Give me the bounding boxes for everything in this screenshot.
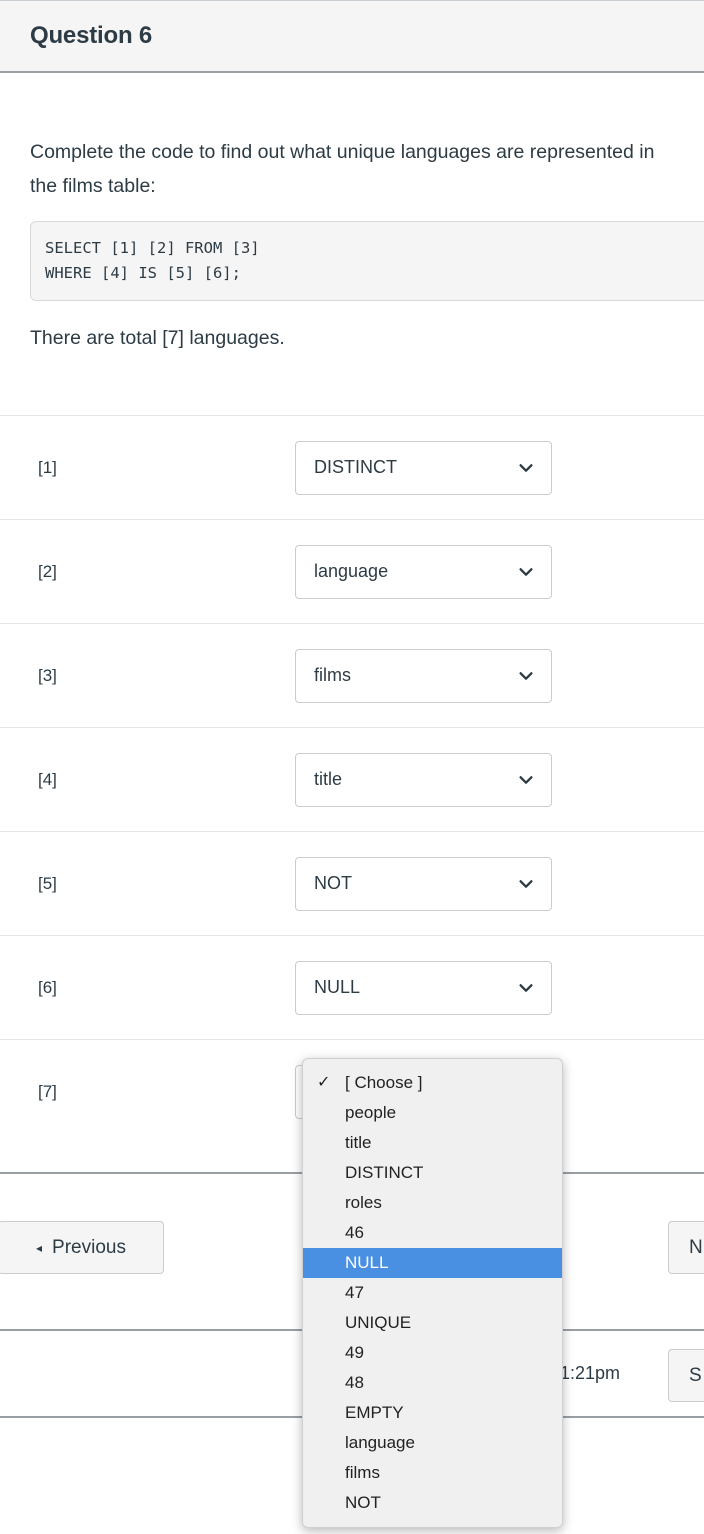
dropdown-option-label: DISTINCT xyxy=(345,1163,424,1182)
submit-button[interactable]: S xyxy=(668,1349,704,1402)
question-body: Complete the code to find out what uniqu… xyxy=(0,73,704,353)
dropdown-option-label: NOT xyxy=(345,1493,381,1512)
question-prompt: Complete the code to find out what uniqu… xyxy=(30,141,655,197)
answer-select-value: DISTINCT xyxy=(314,457,397,477)
previous-button-label: Previous xyxy=(52,1236,126,1258)
dropdown-option[interactable]: roles xyxy=(303,1188,562,1218)
dropdown-option-label: films xyxy=(345,1463,380,1482)
dropdown-option[interactable]: UNIQUE xyxy=(303,1308,562,1338)
chevron-down-icon xyxy=(519,463,533,472)
dropdown-option[interactable]: ✓ [ Choose ] xyxy=(303,1068,562,1098)
answer-label: [5] xyxy=(38,873,57,893)
submit-button-label: S xyxy=(689,1364,702,1386)
answer-label: [6] xyxy=(38,977,57,997)
answer-rows: [1] DISTINCT [2] language [3] films [4] … xyxy=(0,415,704,1143)
check-icon: ✓ xyxy=(317,1074,331,1091)
dropdown-option-label: roles xyxy=(345,1193,382,1212)
question-header: Question 6 xyxy=(0,0,704,73)
dropdown-option-label: UNIQUE xyxy=(345,1313,412,1332)
answer-row: [4] title xyxy=(0,727,704,831)
previous-button[interactable]: ◂ Previous xyxy=(0,1221,164,1274)
dropdown-option[interactable]: 49 xyxy=(303,1338,562,1368)
dropdown-option-label: 47 xyxy=(345,1283,364,1302)
dropdown-option[interactable]: language xyxy=(303,1428,562,1458)
dropdown-option[interactable]: NULL xyxy=(303,1248,562,1278)
answer-select-wrap: DISTINCT xyxy=(295,440,552,495)
answer-select-wrap: NOT xyxy=(295,856,552,911)
dropdown-option[interactable]: NOT xyxy=(303,1488,562,1518)
dropdown-option[interactable]: EMPTY xyxy=(303,1398,562,1428)
answer-select-value: NOT xyxy=(314,873,352,893)
left-arrow-icon: ◂ xyxy=(36,1240,43,1255)
answer-label: [7] xyxy=(38,1081,57,1101)
dropdown-option-label: 49 xyxy=(345,1343,364,1362)
quiz-question-page: Question 6 Complete the code to find out… xyxy=(0,0,704,1534)
chevron-down-icon xyxy=(519,671,533,680)
chevron-down-icon xyxy=(519,567,533,576)
dropdown-option-label: language xyxy=(345,1433,415,1452)
answer-select-3[interactable]: films xyxy=(295,648,552,703)
question-after-text: There are total [7] languages. xyxy=(30,327,285,349)
answer-row: [6] NULL xyxy=(0,935,704,1039)
answer-select-value: NULL xyxy=(314,977,361,997)
dropdown-option-label: EMPTY xyxy=(345,1403,404,1422)
answer-label: [4] xyxy=(38,769,57,789)
answer-select-wrap: language xyxy=(295,544,552,599)
answer-label: [3] xyxy=(38,665,57,685)
dropdown-option[interactable]: DISTINCT xyxy=(303,1158,562,1188)
chevron-down-icon xyxy=(519,775,533,784)
answer-select-value: language xyxy=(314,561,389,581)
dropdown-option[interactable]: films xyxy=(303,1458,562,1488)
answer-select-wrap: title xyxy=(295,752,552,807)
answer-select-7-dropdown[interactable]: ✓ [ Choose ] people title DISTINCT roles 46 NUL… xyxy=(302,1058,563,1528)
next-button-label: N xyxy=(689,1236,703,1258)
dropdown-option-label: NULL xyxy=(345,1253,389,1272)
dropdown-option-label: 46 xyxy=(345,1223,364,1242)
dropdown-option[interactable]: title xyxy=(303,1128,562,1158)
answer-row: [2] language xyxy=(0,519,704,623)
next-button[interactable]: N xyxy=(668,1221,704,1274)
dropdown-option-label: 48 xyxy=(345,1373,364,1392)
dropdown-option[interactable]: 46 xyxy=(303,1218,562,1248)
sql-code-block: SELECT [1] [2] FROM [3] WHERE [4] IS [5]… xyxy=(30,221,704,301)
answer-label: [1] xyxy=(38,457,57,477)
answer-select-1[interactable]: DISTINCT xyxy=(295,440,552,495)
dropdown-option-label: people xyxy=(345,1103,397,1122)
chevron-down-icon xyxy=(519,983,533,992)
answer-row: [5] NOT xyxy=(0,831,704,935)
answer-row: [1] DISTINCT xyxy=(0,415,704,519)
answer-select-value: films xyxy=(314,665,351,685)
answer-label: [2] xyxy=(38,561,57,581)
answer-select-4[interactable]: title xyxy=(295,752,552,807)
dropdown-option-label: title xyxy=(345,1133,372,1152)
answer-row: [3] films xyxy=(0,623,704,727)
dropdown-option[interactable]: people xyxy=(303,1098,562,1128)
page-title: Question 6 xyxy=(30,22,153,49)
answer-select-6[interactable]: NULL xyxy=(295,960,552,1015)
chevron-down-icon xyxy=(519,879,533,888)
answer-select-2[interactable]: language xyxy=(295,544,552,599)
answer-select-wrap: NULL xyxy=(295,960,552,1015)
answer-select-value: title xyxy=(314,769,343,789)
dropdown-option[interactable]: 48 xyxy=(303,1368,562,1398)
answer-select-wrap: films xyxy=(295,648,552,703)
saved-timestamp: 1:21pm xyxy=(560,1363,621,1383)
answer-select-5[interactable]: NOT xyxy=(295,856,552,911)
dropdown-option[interactable]: 47 xyxy=(303,1278,562,1308)
dropdown-option-label: [ Choose ] xyxy=(345,1073,423,1092)
